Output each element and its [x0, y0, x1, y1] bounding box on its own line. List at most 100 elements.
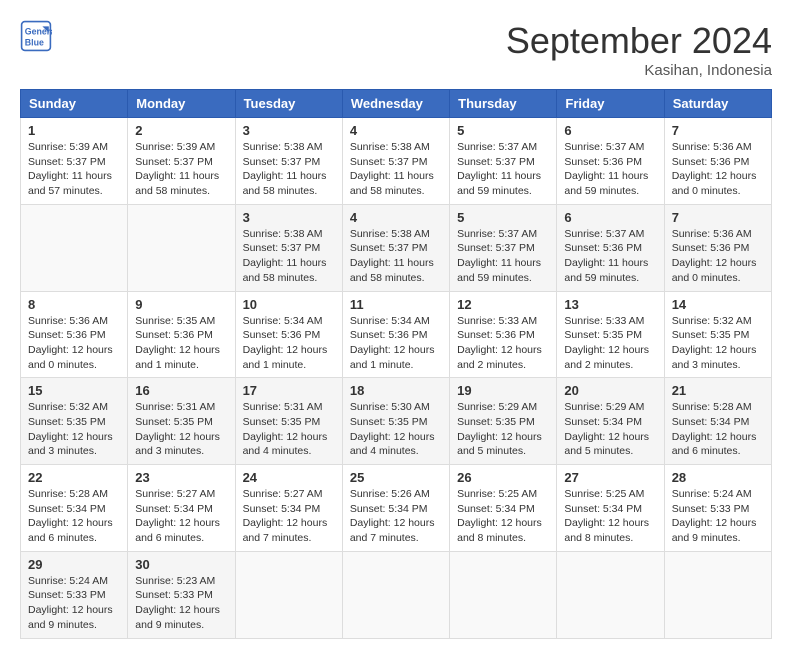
day-number: 20: [564, 383, 656, 398]
day-info: Sunrise: 5:35 AM Sunset: 5:36 PM Dayligh…: [135, 314, 227, 373]
table-row: 9 Sunrise: 5:35 AM Sunset: 5:36 PM Dayli…: [128, 291, 235, 378]
table-row: 4 Sunrise: 5:38 AM Sunset: 5:37 PM Dayli…: [342, 118, 449, 205]
day-number: 1: [28, 123, 120, 138]
col-thursday: Thursday: [450, 90, 557, 118]
day-info: Sunrise: 5:25 AM Sunset: 5:34 PM Dayligh…: [564, 487, 656, 546]
calendar-week-row: 8 Sunrise: 5:36 AM Sunset: 5:36 PM Dayli…: [21, 291, 772, 378]
table-row: 19 Sunrise: 5:29 AM Sunset: 5:35 PM Dayl…: [450, 378, 557, 465]
day-info: Sunrise: 5:26 AM Sunset: 5:34 PM Dayligh…: [350, 487, 442, 546]
day-number: 4: [350, 123, 442, 138]
table-row: 3 Sunrise: 5:38 AM Sunset: 5:37 PM Dayli…: [235, 118, 342, 205]
day-number: 15: [28, 383, 120, 398]
table-row: [557, 551, 664, 638]
day-info: Sunrise: 5:34 AM Sunset: 5:36 PM Dayligh…: [350, 314, 442, 373]
day-info: Sunrise: 5:27 AM Sunset: 5:34 PM Dayligh…: [135, 487, 227, 546]
table-row: 29 Sunrise: 5:24 AM Sunset: 5:33 PM Dayl…: [21, 551, 128, 638]
table-row: 20 Sunrise: 5:29 AM Sunset: 5:34 PM Dayl…: [557, 378, 664, 465]
table-row: 15 Sunrise: 5:32 AM Sunset: 5:35 PM Dayl…: [21, 378, 128, 465]
table-row: [664, 551, 771, 638]
table-row: 17 Sunrise: 5:31 AM Sunset: 5:35 PM Dayl…: [235, 378, 342, 465]
table-row: 1 Sunrise: 5:39 AM Sunset: 5:37 PM Dayli…: [21, 118, 128, 205]
col-monday: Monday: [128, 90, 235, 118]
table-row: 5 Sunrise: 5:37 AM Sunset: 5:37 PM Dayli…: [450, 118, 557, 205]
day-info: Sunrise: 5:23 AM Sunset: 5:33 PM Dayligh…: [135, 574, 227, 633]
col-tuesday: Tuesday: [235, 90, 342, 118]
day-info: Sunrise: 5:29 AM Sunset: 5:35 PM Dayligh…: [457, 400, 549, 459]
day-number: 5: [457, 210, 549, 225]
day-number: 2: [135, 123, 227, 138]
location-subtitle: Kasihan, Indonesia: [506, 62, 772, 79]
day-number: 19: [457, 383, 549, 398]
day-info: Sunrise: 5:36 AM Sunset: 5:36 PM Dayligh…: [28, 314, 120, 373]
day-number: 6: [564, 210, 656, 225]
table-row: 16 Sunrise: 5:31 AM Sunset: 5:35 PM Dayl…: [128, 378, 235, 465]
calendar-week-row: 15 Sunrise: 5:32 AM Sunset: 5:35 PM Dayl…: [21, 378, 772, 465]
day-number: 3: [243, 123, 335, 138]
day-number: 29: [28, 557, 120, 572]
table-row: 5 Sunrise: 5:37 AM Sunset: 5:37 PM Dayli…: [450, 204, 557, 291]
day-number: 7: [672, 123, 764, 138]
header-row: Sunday Monday Tuesday Wednesday Thursday…: [21, 90, 772, 118]
day-info: Sunrise: 5:38 AM Sunset: 5:37 PM Dayligh…: [243, 140, 335, 199]
day-number: 25: [350, 470, 442, 485]
day-number: 27: [564, 470, 656, 485]
day-info: Sunrise: 5:32 AM Sunset: 5:35 PM Dayligh…: [672, 314, 764, 373]
table-row: 21 Sunrise: 5:28 AM Sunset: 5:34 PM Dayl…: [664, 378, 771, 465]
day-info: Sunrise: 5:34 AM Sunset: 5:36 PM Dayligh…: [243, 314, 335, 373]
day-info: Sunrise: 5:25 AM Sunset: 5:34 PM Dayligh…: [457, 487, 549, 546]
day-number: 22: [28, 470, 120, 485]
day-number: 6: [564, 123, 656, 138]
col-saturday: Saturday: [664, 90, 771, 118]
day-number: 12: [457, 297, 549, 312]
table-row: 7 Sunrise: 5:36 AM Sunset: 5:36 PM Dayli…: [664, 204, 771, 291]
day-info: Sunrise: 5:31 AM Sunset: 5:35 PM Dayligh…: [135, 400, 227, 459]
day-number: 18: [350, 383, 442, 398]
day-info: Sunrise: 5:24 AM Sunset: 5:33 PM Dayligh…: [28, 574, 120, 633]
table-row: [128, 204, 235, 291]
month-title: September 2024: [506, 20, 772, 62]
table-row: 22 Sunrise: 5:28 AM Sunset: 5:34 PM Dayl…: [21, 465, 128, 552]
day-number: 10: [243, 297, 335, 312]
table-row: [450, 551, 557, 638]
day-number: 13: [564, 297, 656, 312]
day-info: Sunrise: 5:38 AM Sunset: 5:37 PM Dayligh…: [243, 227, 335, 286]
day-info: Sunrise: 5:38 AM Sunset: 5:37 PM Dayligh…: [350, 227, 442, 286]
day-number: 9: [135, 297, 227, 312]
day-info: Sunrise: 5:28 AM Sunset: 5:34 PM Dayligh…: [672, 400, 764, 459]
day-number: 7: [672, 210, 764, 225]
day-number: 21: [672, 383, 764, 398]
day-info: Sunrise: 5:36 AM Sunset: 5:36 PM Dayligh…: [672, 140, 764, 199]
day-info: Sunrise: 5:37 AM Sunset: 5:36 PM Dayligh…: [564, 140, 656, 199]
day-info: Sunrise: 5:27 AM Sunset: 5:34 PM Dayligh…: [243, 487, 335, 546]
table-row: 27 Sunrise: 5:25 AM Sunset: 5:34 PM Dayl…: [557, 465, 664, 552]
table-row: 25 Sunrise: 5:26 AM Sunset: 5:34 PM Dayl…: [342, 465, 449, 552]
day-number: 17: [243, 383, 335, 398]
day-info: Sunrise: 5:36 AM Sunset: 5:36 PM Dayligh…: [672, 227, 764, 286]
table-row: 4 Sunrise: 5:38 AM Sunset: 5:37 PM Dayli…: [342, 204, 449, 291]
day-number: 30: [135, 557, 227, 572]
logo-icon: General Blue: [20, 20, 52, 52]
day-number: 11: [350, 297, 442, 312]
table-row: 14 Sunrise: 5:32 AM Sunset: 5:35 PM Dayl…: [664, 291, 771, 378]
table-row: 6 Sunrise: 5:37 AM Sunset: 5:36 PM Dayli…: [557, 118, 664, 205]
day-info: Sunrise: 5:33 AM Sunset: 5:35 PM Dayligh…: [564, 314, 656, 373]
day-info: Sunrise: 5:31 AM Sunset: 5:35 PM Dayligh…: [243, 400, 335, 459]
day-number: 3: [243, 210, 335, 225]
day-number: 4: [350, 210, 442, 225]
day-info: Sunrise: 5:39 AM Sunset: 5:37 PM Dayligh…: [135, 140, 227, 199]
table-row: 12 Sunrise: 5:33 AM Sunset: 5:36 PM Dayl…: [450, 291, 557, 378]
day-number: 28: [672, 470, 764, 485]
table-row: 8 Sunrise: 5:36 AM Sunset: 5:36 PM Dayli…: [21, 291, 128, 378]
svg-text:Blue: Blue: [25, 38, 44, 48]
day-info: Sunrise: 5:29 AM Sunset: 5:34 PM Dayligh…: [564, 400, 656, 459]
day-number: 24: [243, 470, 335, 485]
calendar-week-row: 1 Sunrise: 5:39 AM Sunset: 5:37 PM Dayli…: [21, 118, 772, 205]
day-number: 14: [672, 297, 764, 312]
table-row: 11 Sunrise: 5:34 AM Sunset: 5:36 PM Dayl…: [342, 291, 449, 378]
day-info: Sunrise: 5:37 AM Sunset: 5:37 PM Dayligh…: [457, 227, 549, 286]
table-row: 2 Sunrise: 5:39 AM Sunset: 5:37 PM Dayli…: [128, 118, 235, 205]
table-row: 24 Sunrise: 5:27 AM Sunset: 5:34 PM Dayl…: [235, 465, 342, 552]
day-info: Sunrise: 5:33 AM Sunset: 5:36 PM Dayligh…: [457, 314, 549, 373]
day-info: Sunrise: 5:28 AM Sunset: 5:34 PM Dayligh…: [28, 487, 120, 546]
table-row: [235, 551, 342, 638]
